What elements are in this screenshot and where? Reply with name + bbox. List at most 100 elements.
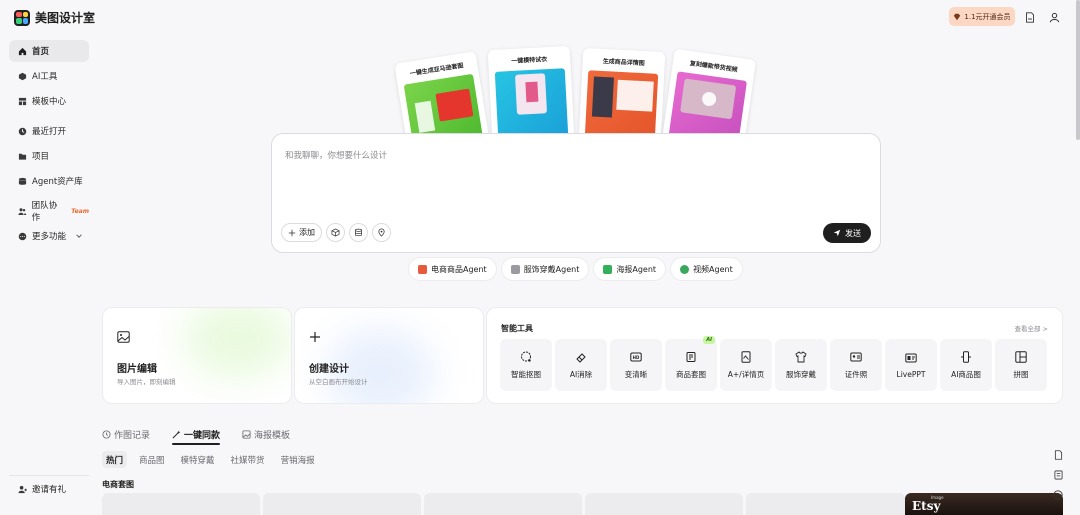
app-logo[interactable]: 美图设计室 [14, 9, 95, 26]
tool-apparel[interactable]: 服饰穿戴 [775, 339, 827, 391]
agent-chip-apparel[interactable]: 服饰穿戴Agent [501, 258, 589, 280]
card-subtitle: 导入图片，即刻编辑 [117, 378, 176, 386]
etsy-logo-text: Etsy [912, 499, 941, 513]
sidebar-item-more[interactable]: 更多功能 [9, 225, 89, 247]
page-scrollbar[interactable] [1076, 0, 1080, 140]
tab-history[interactable]: 作图记录 [102, 427, 150, 441]
location-tool-button[interactable] [372, 223, 391, 242]
filter-product[interactable]: 商品图 [135, 451, 169, 468]
filter-hot[interactable]: 热门 [102, 451, 128, 468]
list-float-button[interactable] [1050, 467, 1066, 483]
template-thumbnail[interactable] [102, 493, 260, 515]
filter-marketing[interactable]: 营销海报 [277, 451, 319, 468]
tool-ai-erase[interactable]: AI消除 [555, 339, 607, 391]
filter-social[interactable]: 社媒带货 [227, 451, 269, 468]
tool-label: 证件照 [844, 369, 868, 379]
agent-label: 服饰穿戴Agent [523, 264, 580, 274]
agent-label: 海报Agent [616, 264, 657, 274]
chevron-down-icon [76, 234, 82, 238]
tool-collage[interactable]: 拼图 [995, 339, 1047, 391]
id-photo-icon [850, 352, 862, 361]
user-avatar-icon[interactable] [1046, 9, 1062, 25]
showcase-card-detail[interactable]: 生成商品详情图 [578, 47, 666, 145]
sidebar-item-ai-tools[interactable]: AI工具 [9, 65, 89, 87]
notes-float-button[interactable] [1050, 447, 1066, 463]
phone-product-icon [961, 350, 971, 363]
apparel-agent-icon [510, 264, 520, 274]
tool-id-photo[interactable]: 证件照 [830, 339, 882, 391]
agent-chip-ecommerce[interactable]: 电商商品Agent [409, 258, 496, 280]
tool-ai-product[interactable]: AI商品图 [940, 339, 992, 391]
tab-label: 一键同款 [184, 430, 221, 441]
agent-chip-poster[interactable]: 海报Agent [594, 258, 666, 280]
help-float-button[interactable]: ? [1050, 487, 1066, 503]
sidebar-nav: 首页 AI工具 模板中心 最近打开 项目 Agent资产库 团队协作 Team [9, 40, 89, 250]
template-thumbnail[interactable] [585, 493, 743, 515]
sidebar-item-label: 项目 [32, 152, 50, 162]
image-edit-card[interactable]: 图片编辑 导入图片，即刻编辑 [102, 307, 292, 404]
cube-icon [331, 228, 340, 237]
showcase-card-tryon[interactable]: 一键模特试衣 [487, 45, 575, 143]
folder-icon [18, 153, 27, 160]
cube-tool-button[interactable] [326, 223, 345, 242]
tab-same-style[interactable]: 一键同款 [172, 427, 221, 445]
sidebar-item-team[interactable]: 团队协作 Team [9, 200, 89, 223]
diamond-icon [954, 13, 961, 20]
svg-text:?: ? [1057, 493, 1060, 499]
poster-agent-icon [603, 264, 613, 274]
etsy-template-thumbnail[interactable]: Image Etsy [905, 493, 1063, 515]
tab-poster-templates[interactable]: 海报模板 [242, 427, 290, 441]
vip-button[interactable]: 1.1元开通会员 [949, 7, 1015, 26]
app-title: 美图设计室 [35, 11, 96, 25]
home-icon [18, 47, 27, 55]
sidebar-divider [9, 475, 89, 476]
invite-button[interactable]: 邀请有礼 [18, 483, 66, 495]
sidebar-item-projects[interactable]: 项目 [9, 145, 89, 167]
tool-enhance[interactable]: HD 变清晰 [610, 339, 662, 391]
agent-chip-video[interactable]: 视频Agent [671, 258, 742, 280]
agent-chips: 电商商品Agent 服饰穿戴Agent 海报Agent 视频Agent [409, 258, 742, 280]
sidebar-item-templates[interactable]: 模板中心 [9, 90, 89, 112]
eraser-icon [576, 352, 586, 363]
tool-label: AI消除 [569, 369, 593, 379]
layers-icon [354, 228, 363, 237]
sidebar-item-recent[interactable]: 最近打开 [9, 120, 89, 142]
template-thumbnail[interactable] [263, 493, 421, 515]
ai-badge: AI [703, 336, 715, 344]
tool-product-set[interactable]: AI 商品套图 [665, 336, 717, 391]
ppt-icon [905, 353, 917, 362]
tool-cutout[interactable]: 智能抠图 [500, 339, 552, 391]
sidebar: 美图设计室 首页 AI工具 模板中心 最近打开 项目 Agent资产库 团队协作… [0, 0, 96, 515]
template-thumbnail[interactable] [424, 493, 582, 515]
filter-model[interactable]: 模特穿戴 [177, 451, 219, 468]
add-button[interactable]: 添加 [281, 223, 322, 242]
document-icon[interactable] [1022, 9, 1038, 25]
sidebar-item-label: 更多功能 [32, 232, 67, 242]
layers-tool-button[interactable] [349, 223, 368, 242]
chat-input[interactable]: 和我聊聊，你想要什么设计 [285, 149, 387, 161]
logo-icon [14, 9, 30, 26]
view-all-link[interactable]: 查看全部 > [1014, 323, 1048, 333]
sidebar-item-agent-assets[interactable]: Agent资产库 [9, 170, 89, 192]
send-label: 发送 [845, 228, 861, 238]
tool-label: 服饰穿戴 [786, 369, 816, 379]
template-thumbnail[interactable] [746, 493, 905, 515]
grid-icon [18, 97, 27, 105]
more-icon [18, 232, 27, 240]
showcase-title: 一键模特试衣 [511, 56, 548, 65]
tool-label: 商品套图 [676, 369, 706, 379]
tool-label: LivePPT [896, 369, 926, 379]
vip-label: 1.1元开通会员 [964, 12, 1011, 21]
create-design-card[interactable]: 创建设计 从空白画布开始设计 [294, 307, 484, 404]
tool-liveppt[interactable]: LivePPT [885, 339, 937, 391]
card-glow [183, 308, 291, 378]
svg-text:HD: HD [633, 355, 640, 360]
sidebar-item-home[interactable]: 首页 [9, 40, 89, 62]
tool-detail-page[interactable]: A+/详情页 [720, 339, 772, 391]
sidebar-item-label: AI工具 [32, 72, 58, 82]
magic-wand-icon [172, 430, 181, 438]
team-icon [18, 207, 27, 215]
chat-composer[interactable]: 和我聊聊，你想要什么设计 添加 发送 [271, 133, 881, 253]
send-button[interactable]: 发送 [823, 223, 871, 243]
send-icon [833, 229, 841, 237]
